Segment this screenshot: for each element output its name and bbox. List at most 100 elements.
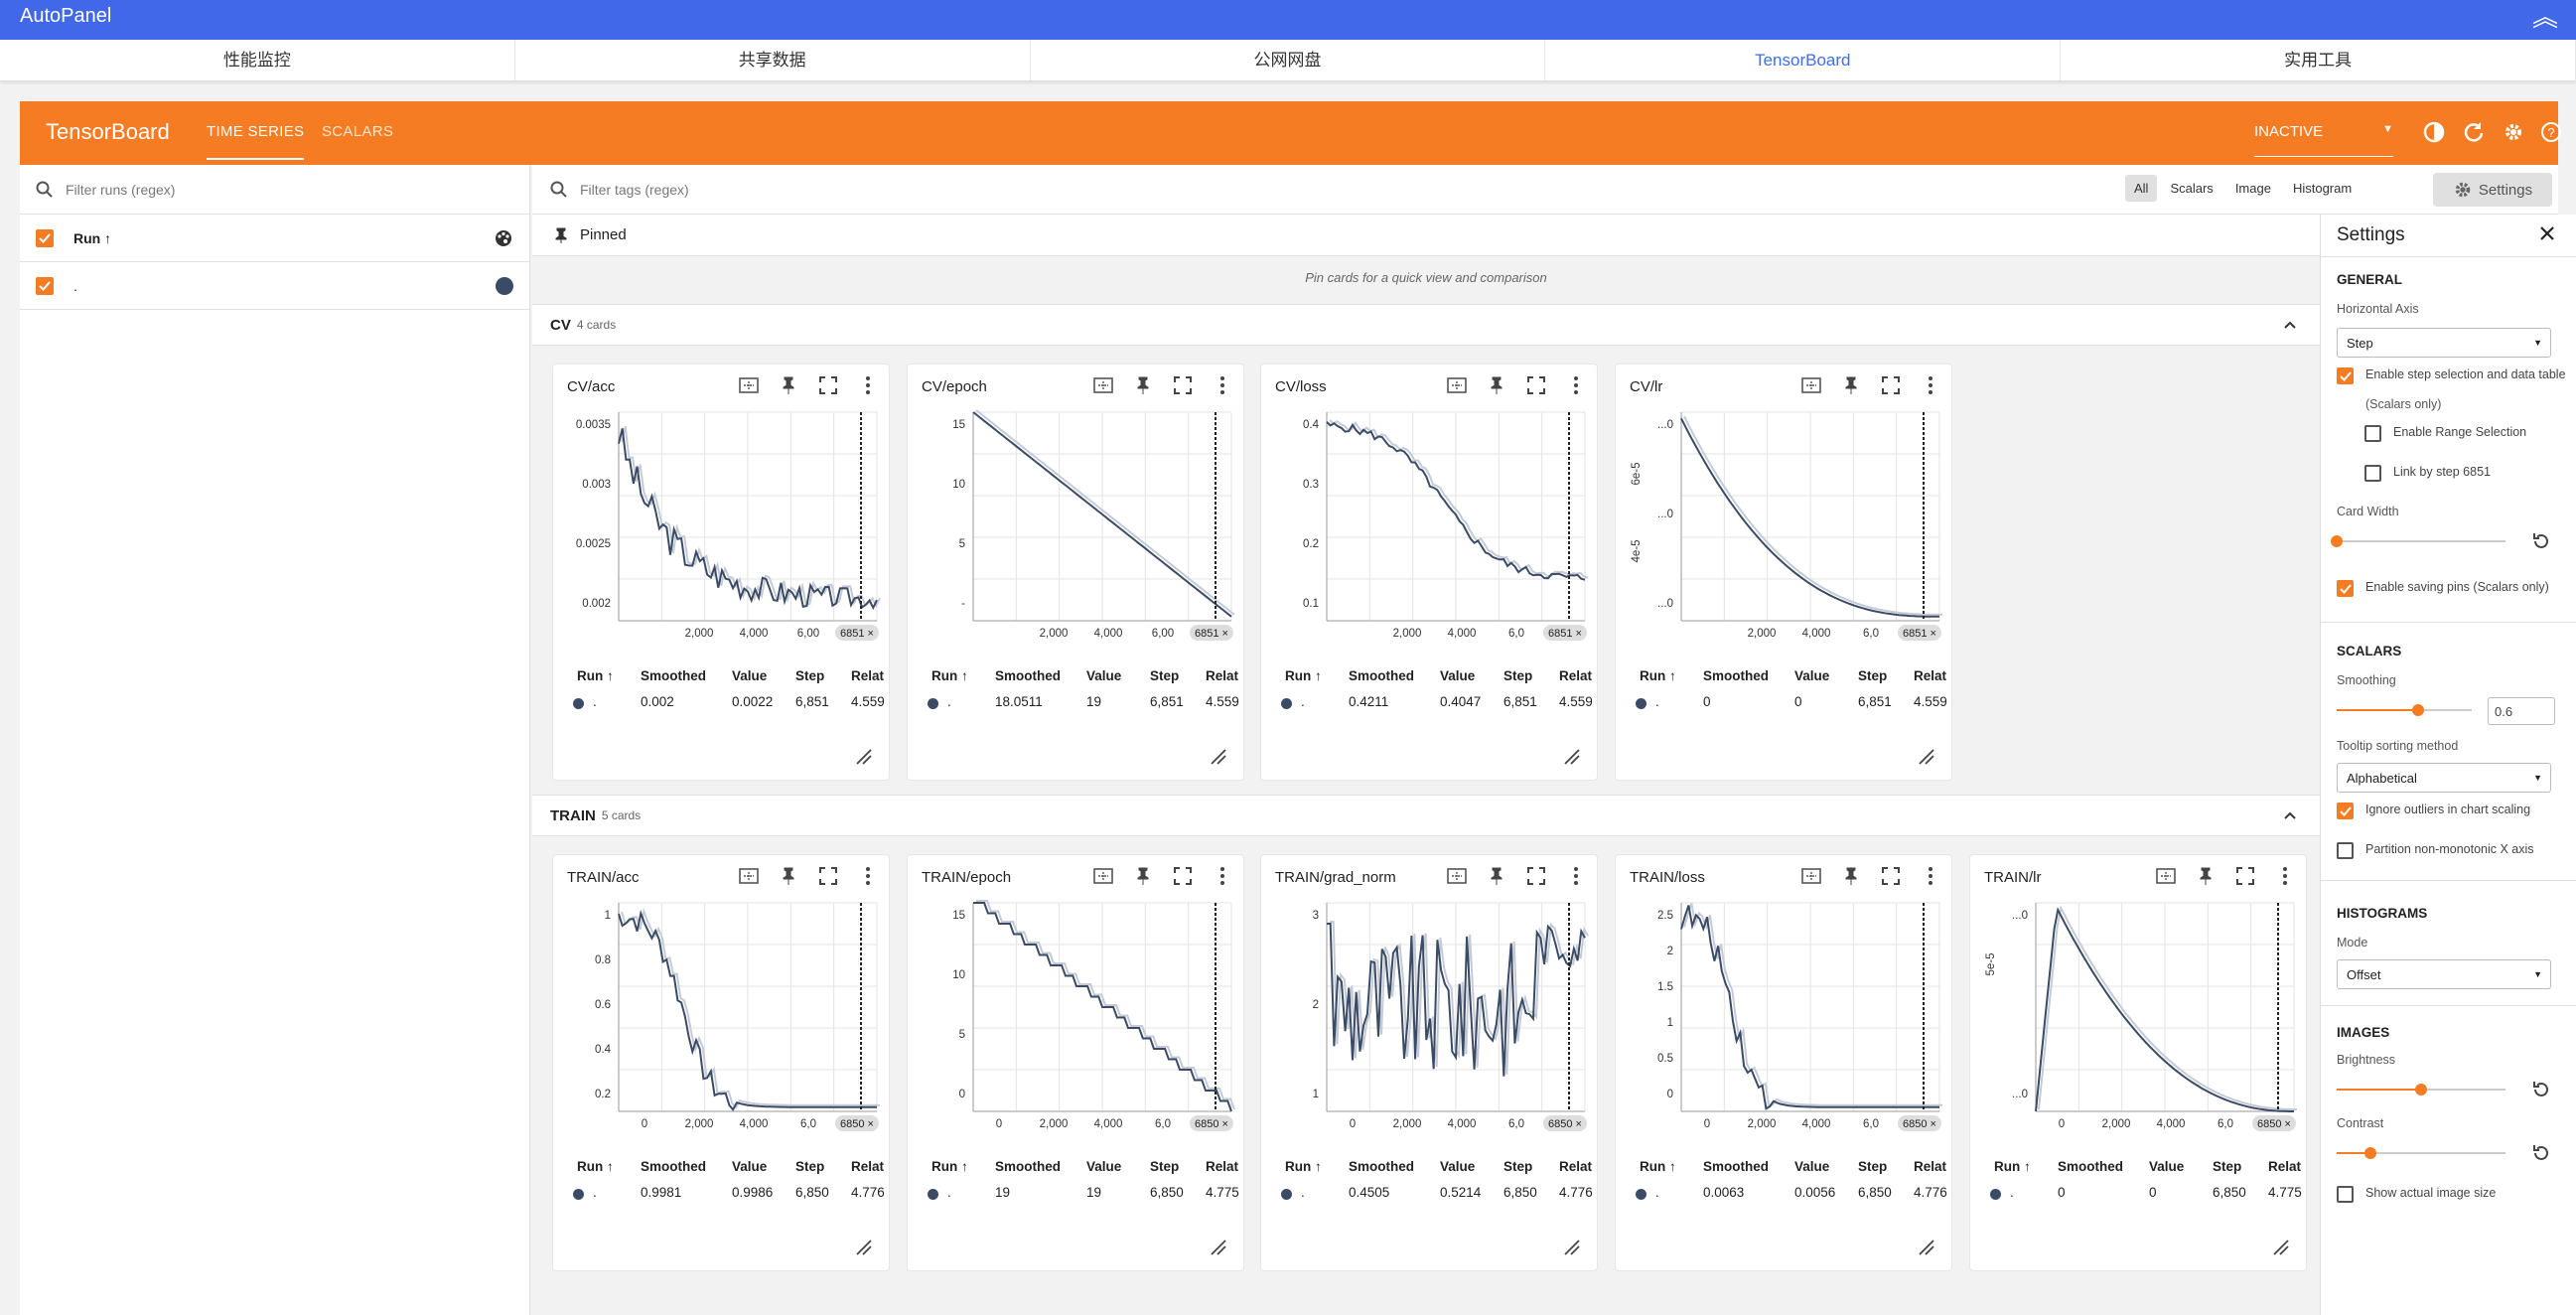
fullscreen-icon[interactable] (1880, 374, 1902, 396)
col-value[interactable]: Value (1086, 668, 1121, 683)
more-vert-icon[interactable] (1212, 374, 1233, 396)
chart-plot[interactable]: ...0 ...0 ...0 6e-5 4e-5 2,000 4,000 6,0 6851 × (1616, 404, 1953, 664)
pin-icon[interactable] (1132, 865, 1154, 887)
fullscreen-icon[interactable] (1172, 374, 1194, 396)
col-step[interactable]: Step (1150, 668, 1179, 683)
col-relat[interactable]: Relat (1914, 1159, 1953, 1174)
tab-time-series[interactable]: TIME SERIES (207, 123, 305, 160)
chart-plot[interactable]: ...0 ...0 5e-5 0 2,000 4,000 6,0 6850 × (1970, 895, 2308, 1155)
checkbox-unchecked[interactable] (2337, 842, 2354, 859)
col-step[interactable]: Step (2213, 1159, 2241, 1174)
help-icon[interactable]: ? (2538, 119, 2564, 145)
col-smoothed[interactable]: Smoothed (641, 668, 706, 683)
fullscreen-icon[interactable] (817, 865, 839, 887)
contrast-slider[interactable] (2337, 1146, 2505, 1160)
col-run[interactable]: Run ↑ (931, 1159, 968, 1174)
col-step[interactable]: Step (1503, 1159, 1532, 1174)
resize-handle-icon[interactable] (853, 1237, 873, 1256)
col-step[interactable]: Step (1858, 1159, 1887, 1174)
col-run[interactable]: Run ↑ (1994, 1159, 2031, 1174)
run-column-header[interactable]: Run ↑ (73, 230, 111, 246)
col-value[interactable]: Value (1440, 1159, 1475, 1174)
link-by-step[interactable]: Link by step 6851 (2364, 465, 2491, 482)
run-checkbox[interactable] (36, 276, 54, 295)
col-value[interactable]: Value (732, 1159, 767, 1174)
fit-domain-icon[interactable] (1092, 865, 1114, 887)
more-vert-icon[interactable] (1565, 374, 1587, 396)
tooltip-sort-select[interactable]: Alphabetical ▼ (2337, 763, 2551, 793)
col-step[interactable]: Step (1150, 1159, 1179, 1174)
col-relat[interactable]: Relat (1559, 668, 1599, 683)
reset-icon[interactable] (2530, 1142, 2552, 1164)
pin-icon[interactable] (778, 865, 799, 887)
type-scalars-button[interactable]: Scalars (2161, 175, 2221, 202)
select-all-runs-checkbox[interactable] (36, 228, 54, 247)
enable-step-selection[interactable]: Enable step selection and data table (2337, 367, 2566, 384)
resize-handle-icon[interactable] (1916, 1237, 1935, 1256)
nav-tab-shared-data[interactable]: 共享数据 (515, 40, 1031, 80)
fullscreen-icon[interactable] (1525, 865, 1547, 887)
resize-handle-icon[interactable] (1561, 1237, 1581, 1256)
fit-domain-icon[interactable] (1800, 374, 1822, 396)
col-value[interactable]: Value (1086, 1159, 1121, 1174)
col-relat[interactable]: Relat (2268, 1159, 2308, 1174)
col-relat[interactable]: Relat (1206, 668, 1245, 683)
enable-saving-pins[interactable]: Enable saving pins (Scalars only) (2337, 580, 2549, 597)
gear-icon[interactable] (2501, 119, 2526, 145)
collapse-chevron-icon[interactable]: ︽ (2532, 2, 2558, 32)
fit-domain-icon[interactable] (1092, 374, 1114, 396)
card-width-slider[interactable] (2331, 534, 2505, 548)
more-vert-icon[interactable] (1920, 865, 1941, 887)
type-all-button[interactable]: All (2125, 175, 2158, 202)
chart-plot[interactable]: 15 10 5 0 0 2,000 4,000 6,0 6850 × (908, 895, 1245, 1155)
smoothing-input[interactable]: 0.6 (2488, 697, 2555, 725)
col-run[interactable]: Run ↑ (1285, 668, 1322, 683)
checkbox-unchecked[interactable] (2364, 425, 2381, 442)
col-relat[interactable]: Relat (1559, 1159, 1599, 1174)
pin-icon[interactable] (1840, 865, 1862, 887)
chevron-up-icon[interactable] (2280, 315, 2300, 335)
chart-plot[interactable]: 3 2 1 0 2,000 4,000 6,0 6850 × (1261, 895, 1599, 1155)
resize-handle-icon[interactable] (1208, 1237, 1227, 1256)
col-smoothed[interactable]: Smoothed (2058, 1159, 2123, 1174)
palette-icon[interactable] (494, 228, 513, 248)
col-run[interactable]: Run ↑ (931, 668, 968, 683)
resize-handle-icon[interactable] (2270, 1237, 2290, 1256)
pin-icon[interactable] (778, 374, 799, 396)
col-value[interactable]: Value (1440, 668, 1475, 683)
fit-domain-icon[interactable] (1446, 374, 1468, 396)
fullscreen-icon[interactable] (1525, 374, 1547, 396)
fullscreen-icon[interactable] (2234, 865, 2256, 887)
chart-plot[interactable]: 2.5 2 1.5 1 0.5 0 0 2,000 4,000 6,0 6850 × (1616, 895, 1953, 1155)
nav-tab-monitor[interactable]: 性能监控 (0, 40, 515, 80)
more-vert-icon[interactable] (1212, 865, 1233, 887)
mode-select[interactable]: Offset ▼ (2337, 959, 2551, 989)
fit-domain-icon[interactable] (2155, 865, 2177, 887)
pin-icon[interactable] (1486, 374, 1507, 396)
theme-icon[interactable] (2421, 119, 2447, 145)
partition-non-monotonic[interactable]: Partition non-monotonic X axis (2337, 842, 2534, 859)
plugin-select[interactable]: INACTIVE ▼ (2254, 123, 2393, 157)
fullscreen-icon[interactable] (817, 374, 839, 396)
nav-tab-tools[interactable]: 实用工具 (2061, 40, 2576, 80)
smoothing-slider[interactable] (2337, 703, 2472, 717)
col-smoothed[interactable]: Smoothed (641, 1159, 706, 1174)
col-value[interactable]: Value (732, 668, 767, 683)
col-value[interactable]: Value (2149, 1159, 2184, 1174)
fit-domain-icon[interactable] (1446, 865, 1468, 887)
checkbox-checked[interactable] (2337, 803, 2354, 819)
tab-scalars[interactable]: SCALARS (322, 123, 393, 140)
type-image-button[interactable]: Image (2226, 175, 2280, 202)
col-run[interactable]: Run ↑ (577, 1159, 614, 1174)
checkbox-checked[interactable] (2337, 580, 2354, 597)
chart-plot[interactable]: 1 0.8 0.6 0.4 0.2 0 2,000 4,000 6,0 6850 × (553, 895, 891, 1155)
col-relat[interactable]: Relat (1914, 668, 1953, 683)
col-smoothed[interactable]: Smoothed (995, 1159, 1061, 1174)
pin-icon[interactable] (1840, 374, 1862, 396)
resize-handle-icon[interactable] (853, 746, 873, 766)
close-icon[interactable] (2536, 222, 2558, 244)
reset-icon[interactable] (2530, 1079, 2552, 1100)
chart-plot[interactable]: 15 10 5 - 2,000 4,000 6,00 6851 × (908, 404, 1245, 664)
reload-icon[interactable] (2461, 119, 2487, 145)
group-header-cv[interactable]: CV 4 cards (532, 304, 2320, 346)
